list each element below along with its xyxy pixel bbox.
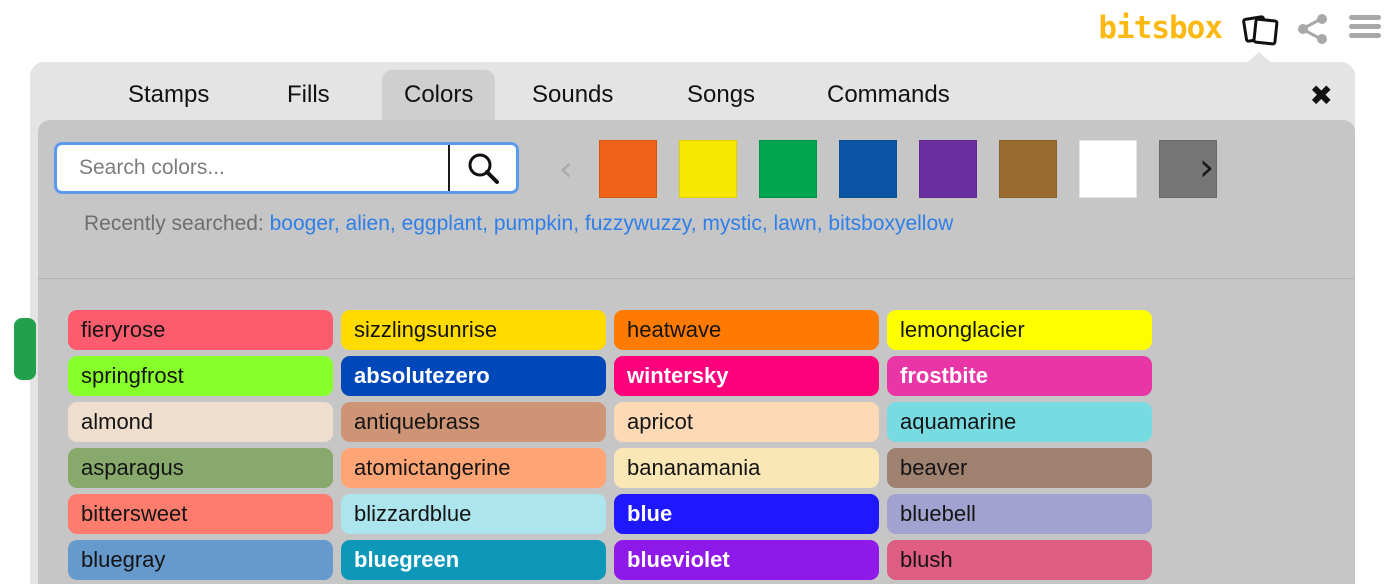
color-chip-bluebell[interactable]: bluebell	[887, 494, 1152, 534]
color-chip-label: wintersky	[627, 363, 729, 389]
color-chip-lemonglacier[interactable]: lemonglacier	[887, 310, 1152, 350]
section-divider	[38, 278, 1355, 279]
color-chip-label: sizzlingsunrise	[354, 317, 497, 343]
carousel-swatch-blue[interactable]	[839, 140, 897, 198]
color-chip-label: bluegreen	[354, 547, 459, 573]
color-chip-label: absolutezero	[354, 363, 490, 389]
color-chip-label: bananamania	[627, 455, 760, 481]
color-chip-absolutezero[interactable]: absolutezero	[341, 356, 606, 396]
recent-term-eggplant[interactable]: eggplant	[402, 212, 483, 235]
cards-icon[interactable]	[1242, 12, 1280, 53]
color-chip-label: atomictangerine	[354, 455, 511, 481]
color-chip-aquamarine[interactable]: aquamarine	[887, 402, 1152, 442]
color-chip-label: aquamarine	[900, 409, 1016, 435]
hamburger-menu-icon[interactable]	[1348, 12, 1382, 47]
color-chip-frostbite[interactable]: frostbite	[887, 356, 1152, 396]
color-chip-label: almond	[81, 409, 153, 435]
color-chip-apricot[interactable]: apricot	[614, 402, 879, 442]
search-box[interactable]	[54, 142, 519, 194]
color-chip-blizzardblue[interactable]: blizzardblue	[341, 494, 606, 534]
color-chip-asparagus[interactable]: asparagus	[68, 448, 333, 488]
carousel-swatch-purple[interactable]	[919, 140, 977, 198]
carousel-swatch-green[interactable]	[759, 140, 817, 198]
color-chip-springfrost[interactable]: springfrost	[68, 356, 333, 396]
tab-stamps[interactable]: Stamps	[106, 70, 231, 120]
tab-label: Colors	[404, 81, 473, 109]
tab-label: Stamps	[128, 81, 209, 109]
recently-searched-links: booger, alien, eggplant, pumpkin, fuzzyw…	[270, 212, 954, 235]
carousel-swatch-orange[interactable]	[599, 140, 657, 198]
color-chip-label: blueviolet	[627, 547, 730, 573]
recent-term-bitsboxyellow[interactable]: bitsboxyellow	[828, 212, 953, 235]
color-chip-fieryrose[interactable]: fieryrose	[68, 310, 333, 350]
carousel-swatch-white[interactable]	[1079, 140, 1137, 198]
color-chip-beaver[interactable]: beaver	[887, 448, 1152, 488]
color-swatch-carousel	[599, 140, 1217, 198]
close-panel-button[interactable]: ✖	[1310, 82, 1333, 110]
top-bar: bitsbox	[0, 0, 1400, 62]
color-chip-label: fieryrose	[81, 317, 165, 343]
tab-sounds[interactable]: Sounds	[510, 70, 635, 120]
color-chip-antiquebrass[interactable]: antiquebrass	[341, 402, 606, 442]
color-chip-bluegreen[interactable]: bluegreen	[341, 540, 606, 580]
color-chip-blue[interactable]: blue	[614, 494, 879, 534]
color-chip-grid: fieryrose sizzlingsunrise heatwave lemongla…	[68, 310, 1168, 580]
color-chip-label: blush	[900, 547, 953, 573]
color-chip-blueviolet[interactable]: blueviolet	[614, 540, 879, 580]
tab-label: Fills	[287, 81, 330, 109]
color-chip-label: bluegray	[81, 547, 165, 573]
color-chip-bluegray[interactable]: bluegray	[68, 540, 333, 580]
color-chip-label: frostbite	[900, 363, 988, 389]
share-icon[interactable]	[1296, 12, 1330, 51]
color-chip-atomictangerine[interactable]: atomictangerine	[341, 448, 606, 488]
tab-label: Sounds	[532, 81, 613, 109]
recently-searched: Recently searched: booger, alien, eggpla…	[84, 212, 953, 236]
green-side-tab[interactable]	[14, 318, 36, 380]
recent-term-alien[interactable]: alien	[346, 212, 390, 235]
color-chip-label: blizzardblue	[354, 501, 471, 527]
tab-commands[interactable]: Commands	[805, 70, 972, 120]
carousel-prev-button[interactable]: ‹	[559, 152, 573, 186]
color-chip-label: blue	[627, 501, 672, 527]
color-chip-heatwave[interactable]: heatwave	[614, 310, 879, 350]
color-chip-bittersweet[interactable]: bittersweet	[68, 494, 333, 534]
bitsbox-logo: bitsbox	[1098, 10, 1222, 46]
tab-colors[interactable]: Colors	[382, 70, 495, 120]
recent-term-mystic[interactable]: mystic	[702, 212, 762, 235]
tab-bar: Stamps Fills Colors Sounds Songs Commands	[30, 62, 1355, 120]
tab-fills[interactable]: Fills	[265, 70, 352, 120]
color-chip-label: bluebell	[900, 501, 976, 527]
color-chip-label: apricot	[627, 409, 693, 435]
color-chip-bananamania[interactable]: bananamania	[614, 448, 879, 488]
search-input[interactable]	[57, 144, 448, 192]
color-chip-label: beaver	[900, 455, 967, 481]
recent-term-booger[interactable]: booger	[270, 212, 334, 235]
color-chip-label: asparagus	[81, 455, 184, 481]
search-row: ‹ ›	[54, 142, 1294, 194]
color-chip-almond[interactable]: almond	[68, 402, 333, 442]
color-chip-wintersky[interactable]: wintersky	[614, 356, 879, 396]
tab-songs[interactable]: Songs	[665, 70, 777, 120]
recent-term-pumpkin[interactable]: pumpkin	[494, 212, 573, 235]
recently-searched-label: Recently searched:	[84, 212, 264, 235]
recent-term-lawn[interactable]: lawn	[774, 212, 817, 235]
color-chip-label: bittersweet	[81, 501, 187, 527]
color-chip-label: lemonglacier	[900, 317, 1025, 343]
tab-label: Commands	[827, 81, 950, 109]
color-chip-label: springfrost	[81, 363, 184, 389]
colors-panel: ‹ › Recently searched: booger, alien, eg…	[38, 120, 1355, 584]
color-chip-blush[interactable]: blush	[887, 540, 1152, 580]
color-chip-label: antiquebrass	[354, 409, 480, 435]
carousel-swatch-brown[interactable]	[999, 140, 1057, 198]
search-icon	[466, 151, 500, 185]
recent-term-fuzzywuzzy[interactable]: fuzzywuzzy	[585, 212, 691, 235]
toolbox-panel: Stamps Fills Colors Sounds Songs Commands ✖ ‹…	[30, 62, 1355, 584]
carousel-swatch-yellow[interactable]	[679, 140, 737, 198]
color-chip-label: heatwave	[627, 317, 721, 343]
carousel-next-button[interactable]: ›	[1199, 148, 1214, 186]
search-button[interactable]	[448, 145, 516, 191]
color-chip-sizzlingsunrise[interactable]: sizzlingsunrise	[341, 310, 606, 350]
tab-label: Songs	[687, 81, 755, 109]
